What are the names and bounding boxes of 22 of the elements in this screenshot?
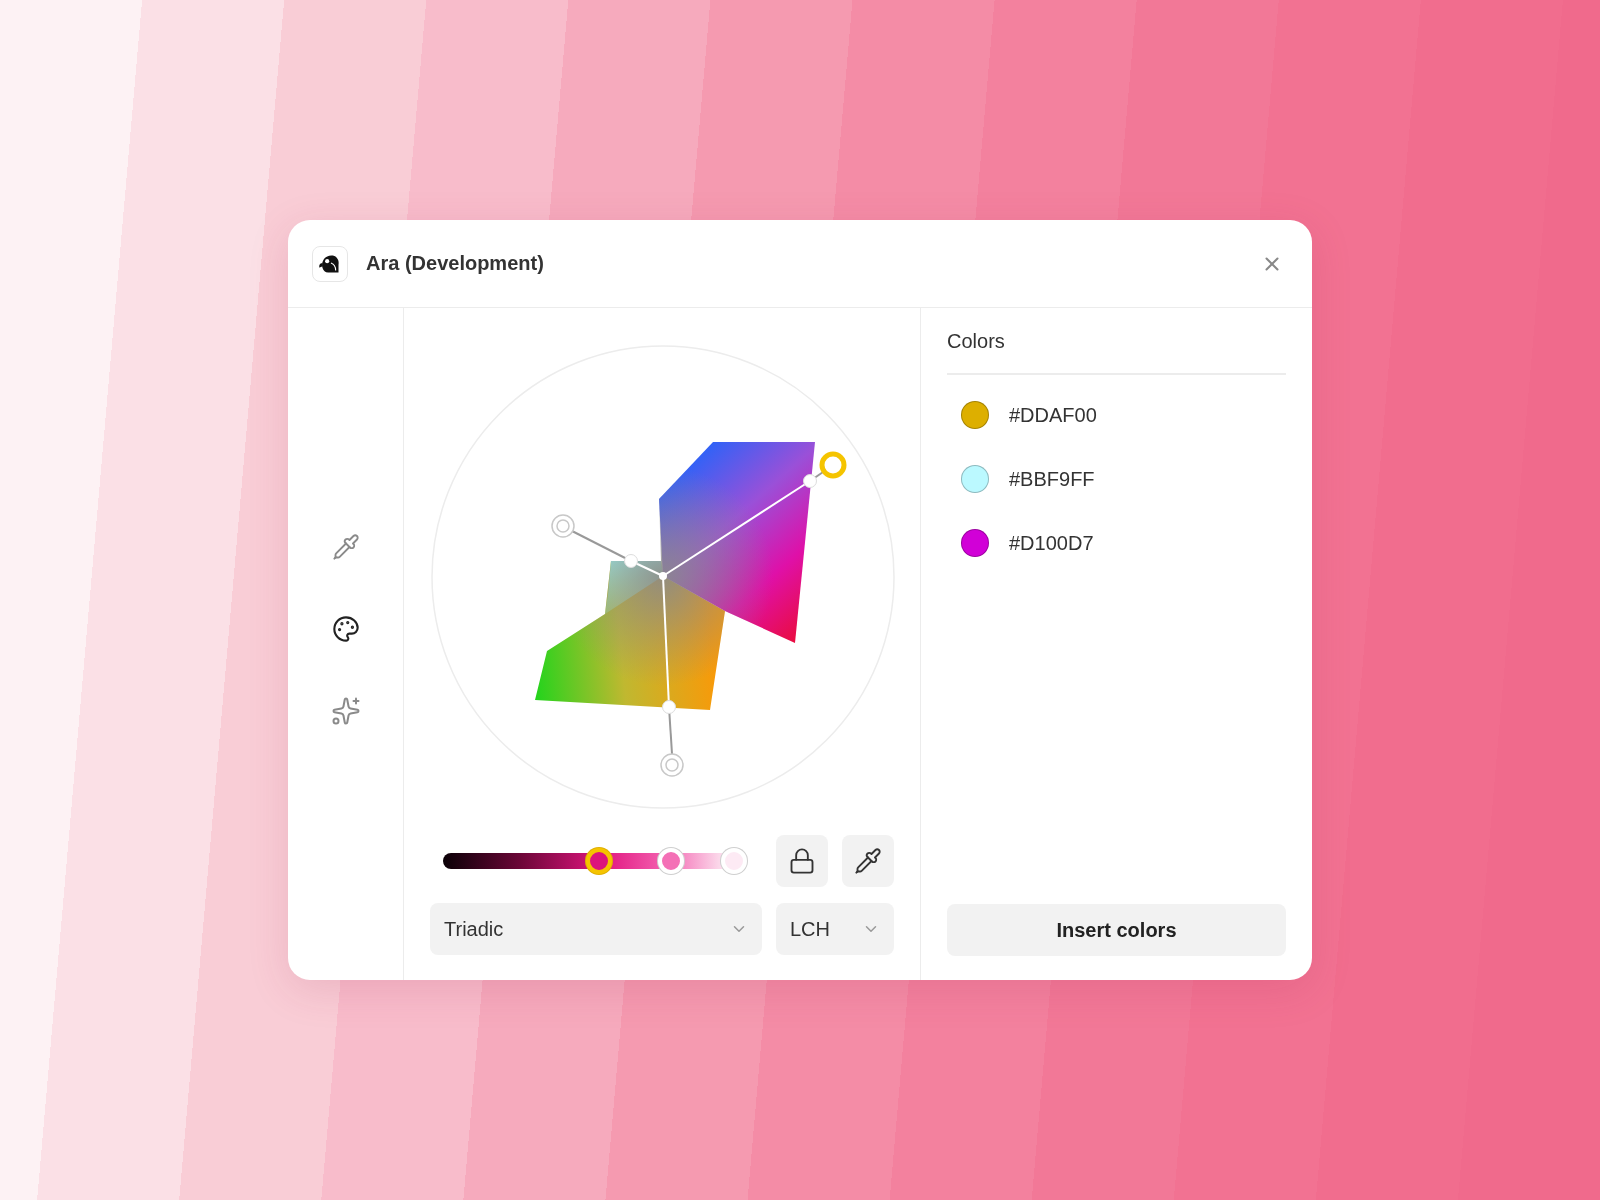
color-hex-label: #D100D7 xyxy=(1009,531,1094,555)
palette-icon xyxy=(331,615,360,643)
slider-thumb[interactable] xyxy=(586,848,613,874)
wheel-knob[interactable] xyxy=(624,554,638,568)
wheel-handle[interactable] xyxy=(819,451,847,479)
color-hex-label: #DDAF00 xyxy=(1009,403,1097,427)
color-hex-label: #BBF9FF xyxy=(1009,467,1095,491)
wheel-handle[interactable] xyxy=(551,514,575,538)
eyedropper-button[interactable] xyxy=(842,835,894,887)
panel-title: Colors xyxy=(947,330,1286,375)
pipette-icon xyxy=(331,533,360,561)
lock-icon xyxy=(788,847,816,875)
sparkles-icon xyxy=(330,696,361,726)
window-title: Ara (Development) xyxy=(366,252,545,275)
color-space-select[interactable]: LCH xyxy=(776,903,894,955)
lock-button[interactable] xyxy=(776,835,828,887)
parrot-logo-icon xyxy=(312,245,348,282)
wheel-center-knob[interactable] xyxy=(659,572,667,580)
harmony-select[interactable]: Triadic xyxy=(430,903,762,955)
wheel-handle[interactable] xyxy=(660,753,684,777)
pipette-icon xyxy=(854,847,882,875)
insert-colors-button[interactable]: Insert colors xyxy=(947,904,1286,956)
